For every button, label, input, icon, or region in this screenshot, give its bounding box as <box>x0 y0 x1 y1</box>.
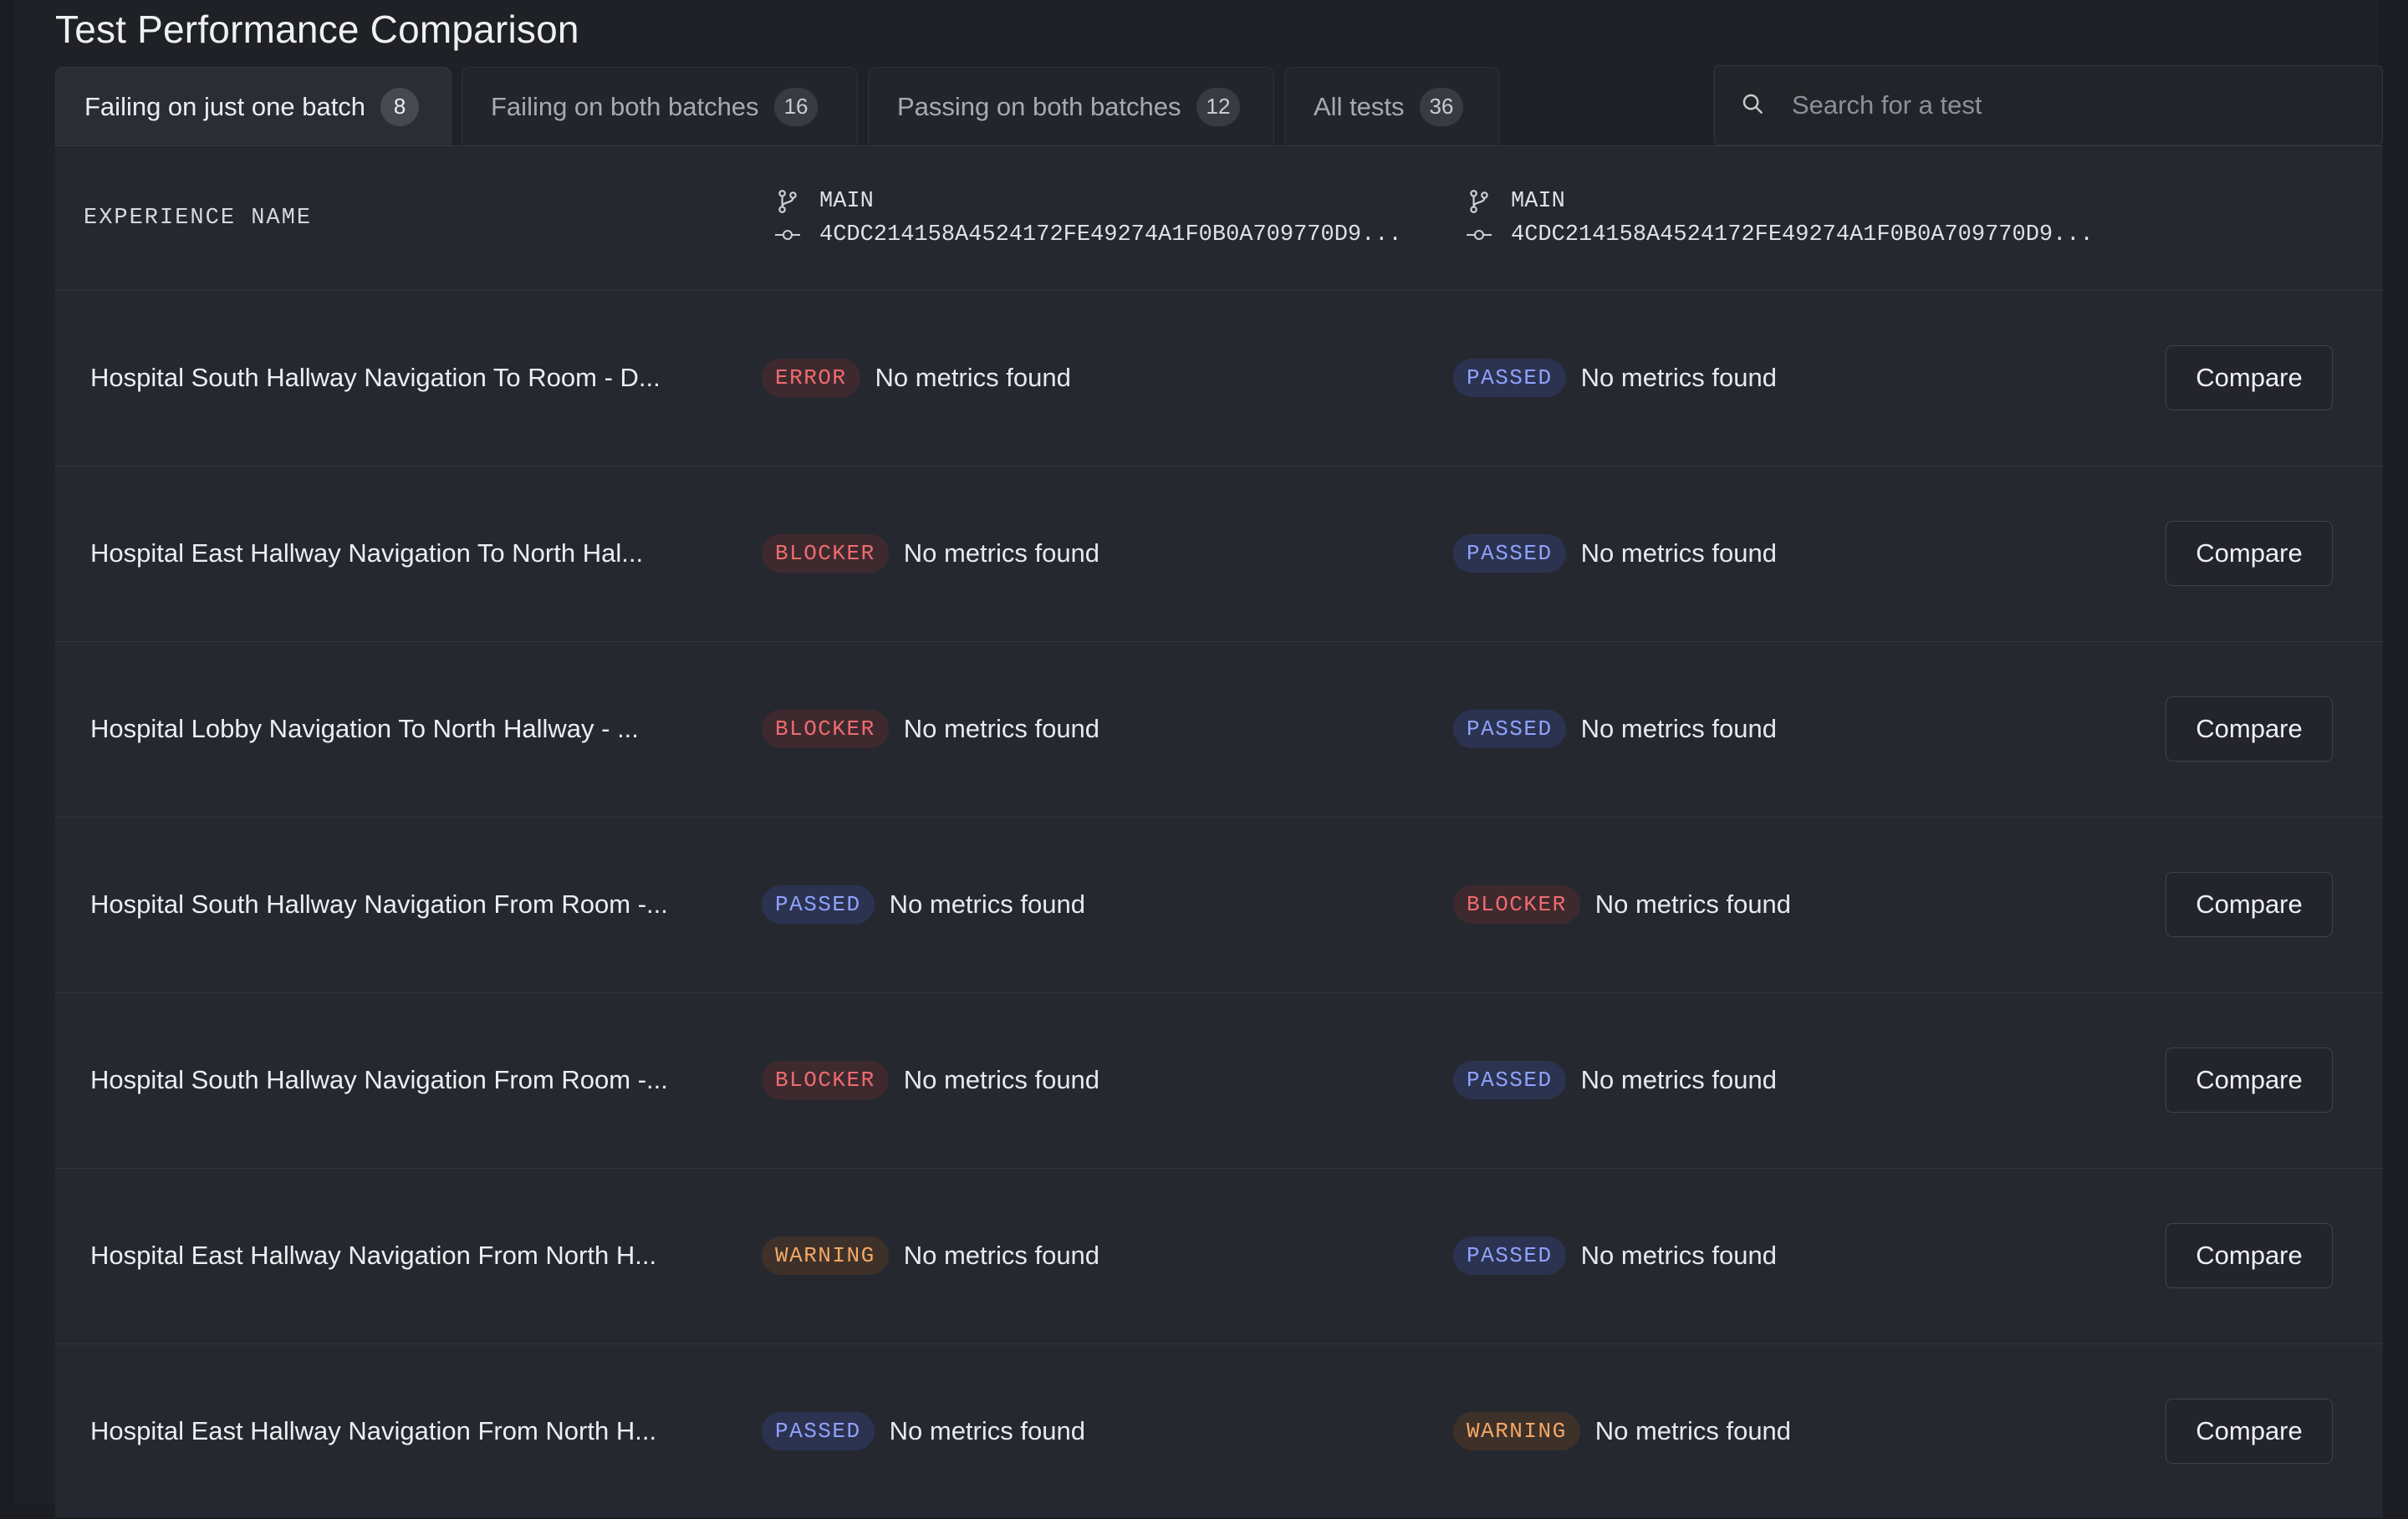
tab-count-badge: 12 <box>1196 87 1241 126</box>
metrics-text: No metrics found <box>1594 889 1792 919</box>
experience-name: Hospital East Hallway Navigation From No… <box>90 1416 657 1445</box>
status-badge: ERROR <box>762 359 860 397</box>
tab-label: Passing on both batches <box>897 91 1181 121</box>
batch-b-cell: PASSED No metrics found <box>1453 357 1777 399</box>
experience-name: Hospital South Hallway Navigation From R… <box>90 889 668 919</box>
tab-label: Failing on just one batch <box>84 91 366 121</box>
status-badge: BLOCKER <box>1453 885 1580 924</box>
search-icon <box>1740 91 1765 120</box>
tab-count-badge: 16 <box>773 87 819 126</box>
batch-a-cell: WARNING No metrics found <box>762 1235 1099 1277</box>
tab-count-badge: 8 <box>380 87 420 126</box>
status-badge: WARNING <box>762 1236 889 1275</box>
status-badge: PASSED <box>1453 534 1566 573</box>
status-badge: PASSED <box>1453 1236 1566 1275</box>
table-header: EXPERIENCE NAME MAIN 4CDC214158A4524172F… <box>55 146 2383 291</box>
compare-button[interactable]: Compare <box>2166 1047 2333 1113</box>
tab-count-badge: 36 <box>1419 87 1464 126</box>
status-badge: PASSED <box>1453 1061 1566 1099</box>
compare-button[interactable]: Compare <box>2166 1399 2333 1464</box>
status-badge: PASSED <box>1453 710 1566 748</box>
metrics-text: No metrics found <box>903 1065 1100 1094</box>
batch-branch: MAIN <box>819 189 874 214</box>
batch-a-cell: PASSED No metrics found <box>762 884 1085 925</box>
search-box[interactable] <box>1714 65 2383 145</box>
batch-a-cell: PASSED No metrics found <box>762 1410 1085 1452</box>
table-row: Hospital Lobby Navigation To North Hallw… <box>55 641 2383 818</box>
table-row: Hospital East Hallway Navigation From No… <box>55 1168 2383 1344</box>
batch-branch: MAIN <box>1511 189 1565 214</box>
batch-b-header: MAIN 4CDC214158A4524172FE49274A1F0B0A709… <box>1466 185 2151 252</box>
batch-b-cell: BLOCKER No metrics found <box>1453 884 1791 925</box>
git-commit-icon <box>1466 227 1492 243</box>
tab-failing-both-batches[interactable]: Failing on both batches 16 <box>462 67 858 145</box>
batch-commit: 4CDC214158A4524172FE49274A1F0B0A709770D9… <box>1511 222 2094 247</box>
status-badge: WARNING <box>1453 1412 1580 1450</box>
metrics-text: No metrics found <box>889 889 1085 919</box>
comparison-table: EXPERIENCE NAME MAIN 4CDC214158A4524172F… <box>55 145 2383 1517</box>
compare-button[interactable]: Compare <box>2166 345 2333 410</box>
git-commit-icon <box>774 227 801 243</box>
batch-a-cell: BLOCKER No metrics found <box>762 533 1099 574</box>
table-row: Hospital South Hallway Navigation To Roo… <box>55 290 2383 466</box>
batch-b-cell: PASSED No metrics found <box>1453 1059 1777 1101</box>
tab-failing-one-batch[interactable]: Failing on just one batch 8 <box>55 67 452 145</box>
batch-commit: 4CDC214158A4524172FE49274A1F0B0A709770D9… <box>819 222 1402 247</box>
experience-name: Hospital East Hallway Navigation From No… <box>90 1241 657 1270</box>
compare-button[interactable]: Compare <box>2166 521 2333 586</box>
tab-label: All tests <box>1314 91 1405 121</box>
experience-name: Hospital South Hallway Navigation To Roo… <box>90 363 661 392</box>
metrics-text: No metrics found <box>903 1241 1100 1270</box>
experience-name: Hospital East Hallway Navigation To Nort… <box>90 538 644 568</box>
git-branch-icon <box>774 189 801 214</box>
compare-button[interactable]: Compare <box>2166 872 2333 937</box>
status-badge: BLOCKER <box>762 710 889 748</box>
metrics-text: No metrics found <box>1580 538 1777 568</box>
metrics-text: No metrics found <box>1580 1065 1777 1094</box>
batch-b-cell: PASSED No metrics found <box>1453 708 1777 750</box>
metrics-text: No metrics found <box>1580 363 1777 392</box>
tab-passing-both-batches[interactable]: Passing on both batches 12 <box>868 67 1274 145</box>
status-badge: BLOCKER <box>762 1061 889 1099</box>
status-badge: BLOCKER <box>762 534 889 573</box>
metrics-text: No metrics found <box>1594 1416 1792 1445</box>
git-branch-icon <box>1466 189 1492 214</box>
batch-b-cell: PASSED No metrics found <box>1453 533 1777 574</box>
table-row: Hospital East Hallway Navigation From No… <box>55 1343 2383 1519</box>
compare-button[interactable]: Compare <box>2166 1223 2333 1288</box>
status-badge: PASSED <box>1453 359 1566 397</box>
app-frame: Test Performance Comparison Failing on j… <box>15 0 2383 1517</box>
search-input[interactable] <box>1790 89 2382 121</box>
table-row: Hospital South Hallway Navigation From R… <box>55 992 2383 1169</box>
metrics-text: No metrics found <box>903 538 1100 568</box>
experience-name: Hospital South Hallway Navigation From R… <box>90 1065 668 1094</box>
tab-all-tests[interactable]: All tests 36 <box>1284 67 1500 145</box>
status-badge: PASSED <box>762 885 875 924</box>
compare-button[interactable]: Compare <box>2166 696 2333 762</box>
batch-a-cell: BLOCKER No metrics found <box>762 708 1099 750</box>
tab-label: Failing on both batches <box>491 91 759 121</box>
status-badge: PASSED <box>762 1412 875 1450</box>
metrics-text: No metrics found <box>875 363 1071 392</box>
page-title: Test Performance Comparison <box>55 8 579 51</box>
metrics-text: No metrics found <box>903 714 1100 743</box>
metrics-text: No metrics found <box>889 1416 1085 1445</box>
table-row: Hospital South Hallway Navigation From R… <box>55 817 2383 993</box>
metrics-text: No metrics found <box>1580 1241 1777 1270</box>
batch-b-cell: WARNING No metrics found <box>1453 1410 1791 1452</box>
batch-a-cell: ERROR No metrics found <box>762 357 1071 399</box>
metrics-text: No metrics found <box>1580 714 1777 743</box>
experience-name-header: EXPERIENCE NAME <box>84 206 313 231</box>
batch-a-header: MAIN 4CDC214158A4524172FE49274A1F0B0A709… <box>774 185 1460 252</box>
batch-a-cell: BLOCKER No metrics found <box>762 1059 1099 1101</box>
batch-b-cell: PASSED No metrics found <box>1453 1235 1777 1277</box>
table-row: Hospital East Hallway Navigation To Nort… <box>55 466 2383 642</box>
experience-name: Hospital Lobby Navigation To North Hallw… <box>90 714 639 743</box>
